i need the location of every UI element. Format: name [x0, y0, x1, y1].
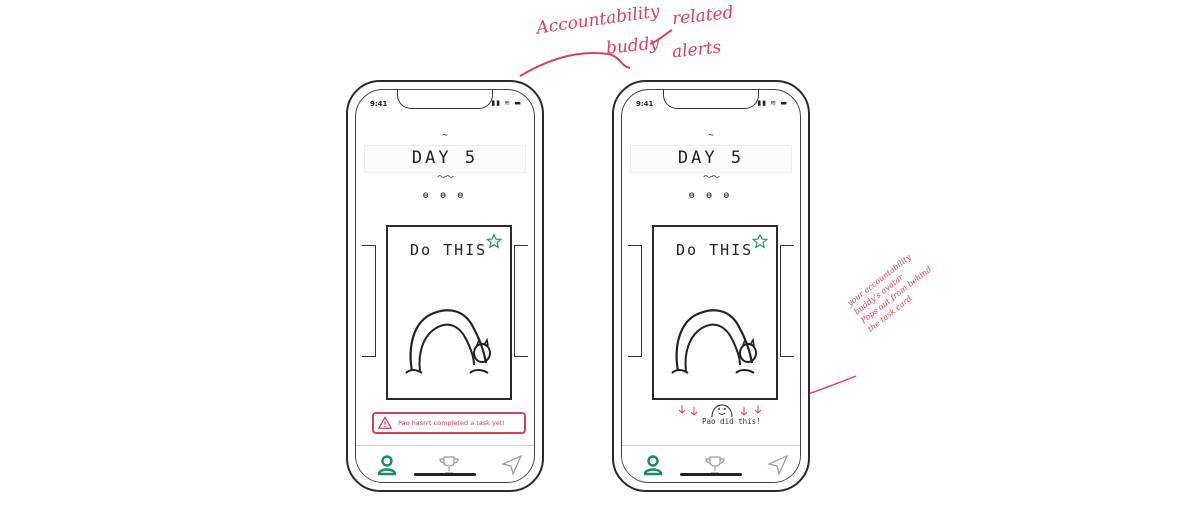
- buddy-label: Pao did this!: [702, 417, 761, 426]
- header-underline-squiggle: 〜〜: [436, 173, 454, 183]
- progress-dots: ɵ ɵ ɵ: [688, 190, 734, 201]
- status-time: 9:41: [370, 100, 388, 108]
- header-squiggle: ~: [707, 130, 715, 141]
- header-squiggle: ~: [441, 130, 449, 141]
- phone-mockup-buddy: 9:41 ▮▮ ≋ ▬ ~ DAY 5 〜〜 ɵ ɵ ɵ Do THIS Pao…: [612, 80, 810, 492]
- progress-dots: ɵ ɵ ɵ: [422, 190, 468, 201]
- star-icon[interactable]: [486, 233, 502, 249]
- phone-mockup-alert: 9:41 ▮▮ ≋ ▬ ~ DAY 5 〜〜 ɵ ɵ ɵ Do THIS Pao…: [346, 80, 544, 492]
- buddy-alert-banner[interactable]: Pao hasn't completed a task yet!: [372, 412, 526, 434]
- status-time: 9:41: [636, 100, 654, 108]
- profile-icon[interactable]: [642, 454, 664, 476]
- day-title: DAY 5: [677, 148, 745, 168]
- buddy-avatar-icon: [678, 404, 762, 418]
- next-card[interactable]: [780, 245, 794, 357]
- star-icon[interactable]: [752, 233, 768, 249]
- day-title: DAY 5: [411, 148, 479, 168]
- status-icons: ▮▮ ≋ ▬: [491, 99, 522, 107]
- prev-card[interactable]: [362, 245, 376, 357]
- buddy-avatar-popout[interactable]: Pao did this!: [674, 395, 770, 429]
- warning-icon: [378, 416, 392, 429]
- task-title: Do THIS: [676, 241, 754, 259]
- tab-bar: [356, 445, 534, 482]
- alert-text: Pao hasn't completed a task yet!: [398, 419, 506, 427]
- profile-icon[interactable]: [376, 454, 398, 476]
- home-indicator: [414, 473, 476, 476]
- yoga-pose-illustration: [405, 309, 491, 374]
- send-icon[interactable]: [767, 454, 789, 476]
- notch: [397, 90, 493, 109]
- task-title: Do THIS: [410, 241, 488, 259]
- yoga-pose-illustration: [671, 309, 757, 374]
- task-card[interactable]: Do THIS: [652, 225, 778, 400]
- prev-card[interactable]: [628, 245, 642, 357]
- home-indicator: [680, 473, 742, 476]
- notch: [663, 90, 759, 109]
- header-underline-squiggle: 〜〜: [702, 173, 720, 183]
- next-card[interactable]: [514, 245, 528, 357]
- status-icons: ▮▮ ≋ ▬: [757, 99, 788, 107]
- tab-bar: [622, 445, 800, 482]
- annotation-buddy-avatar: your accountability buddy's avatar Pops …: [845, 252, 934, 334]
- task-card[interactable]: Do THIS: [386, 225, 512, 400]
- send-icon[interactable]: [501, 454, 523, 476]
